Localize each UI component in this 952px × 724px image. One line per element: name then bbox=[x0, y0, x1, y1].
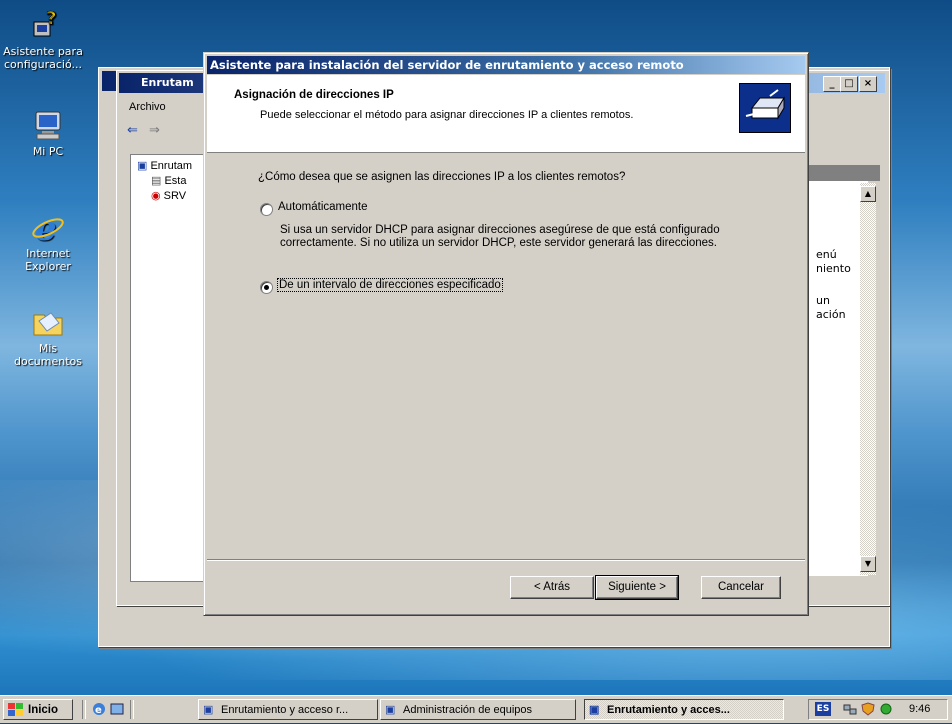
clock[interactable]: 9:46 bbox=[909, 703, 930, 715]
show-desktop-icon[interactable] bbox=[110, 702, 124, 716]
radio-range-label[interactable]: De un intervalo de direcciones especific… bbox=[277, 278, 503, 292]
wizard-dialog[interactable]: Asistente para instalación del servidor … bbox=[203, 52, 809, 616]
task-button-admin[interactable]: ▣ Administración de equipos bbox=[380, 699, 576, 720]
minimize-button[interactable]: _ bbox=[823, 76, 841, 92]
cancel-button[interactable]: Cancelar bbox=[701, 576, 781, 599]
maximize-button[interactable]: □ bbox=[840, 76, 858, 92]
wizard-header-subtitle: Puede seleccionar el método para asignar… bbox=[260, 109, 634, 121]
console-tree[interactable]: ▣ Enrutam ▤ Esta ◉ SRV bbox=[130, 154, 208, 582]
server-stopped-icon: ◉ bbox=[151, 190, 161, 202]
close-button[interactable]: × bbox=[859, 76, 877, 92]
server-icon: ▣ bbox=[137, 160, 148, 172]
tree-root[interactable]: ▣ Enrutam bbox=[137, 159, 192, 172]
details-pane: enú niento un ación bbox=[806, 180, 868, 576]
tasks-divider bbox=[130, 700, 134, 719]
svg-text:e: e bbox=[95, 705, 102, 716]
details-header bbox=[806, 165, 880, 181]
details-text: un bbox=[816, 294, 830, 307]
back-arrow-icon[interactable]: ⇐ bbox=[127, 123, 138, 138]
server-icon: ▣ bbox=[589, 704, 600, 716]
ie-quicklaunch-icon[interactable]: e bbox=[92, 702, 106, 716]
task-button-routing-2[interactable]: ▣ Enrutamiento y acces... bbox=[584, 699, 784, 720]
desktop-icon-my-documents[interactable]: Mis documentos bbox=[5, 305, 91, 368]
question-text: ¿Cómo desea que se asignen las direccion… bbox=[258, 171, 626, 183]
scroll-up-button[interactable]: ▲ bbox=[860, 186, 876, 202]
tree-item-status[interactable]: ▤ Esta bbox=[151, 174, 186, 187]
taskbar: Inicio e ▣ Enrutamiento y acceso r... ▣ … bbox=[0, 695, 952, 723]
tree-item-server[interactable]: ◉ SRV bbox=[151, 189, 186, 202]
security-shield-icon[interactable] bbox=[861, 702, 875, 716]
update-tray-icon[interactable] bbox=[879, 702, 893, 716]
details-text: enú bbox=[816, 248, 837, 261]
folder-icon bbox=[31, 305, 65, 339]
back-button[interactable]: < Atrás bbox=[510, 576, 594, 599]
wizard-titlebar[interactable]: Asistente para instalación del servidor … bbox=[207, 56, 805, 74]
button-separator bbox=[207, 559, 805, 561]
menu-archivo[interactable]: Archivo bbox=[129, 101, 166, 113]
radio-auto-label[interactable]: Automáticamente bbox=[278, 201, 368, 213]
computer-icon: ▣ bbox=[385, 704, 396, 716]
details-text: niento bbox=[816, 262, 851, 275]
windows-logo-icon bbox=[8, 703, 24, 724]
wizard-header-title: Asignación de direcciones IP bbox=[234, 89, 394, 101]
server-icon: ▣ bbox=[203, 704, 214, 716]
scroll-down-button[interactable]: ▼ bbox=[860, 556, 876, 572]
next-button[interactable]: Siguiente > bbox=[595, 575, 679, 600]
desktop-icon-label: Asistente para configuració... bbox=[3, 45, 83, 71]
desktop-icon-wizard[interactable]: ? Asistente para configuració... bbox=[0, 8, 86, 71]
ie-icon: e bbox=[31, 209, 65, 249]
start-button[interactable]: Inicio bbox=[3, 699, 73, 720]
system-tray: ES 9:46 bbox=[808, 699, 948, 720]
forward-arrow-icon[interactable]: ⇒ bbox=[149, 123, 160, 138]
language-indicator[interactable]: ES bbox=[815, 702, 831, 716]
svg-text:?: ? bbox=[46, 8, 56, 29]
wizard-header: Asignación de direcciones IP Puede selec… bbox=[207, 75, 805, 153]
task-button-routing-1[interactable]: ▣ Enrutamiento y acceso r... bbox=[198, 699, 378, 720]
quicklaunch-divider bbox=[82, 700, 86, 719]
network-tray-icon[interactable] bbox=[843, 702, 857, 716]
desktop-icon-label: Mis documentos bbox=[14, 342, 82, 368]
wizard-icon: ? bbox=[26, 8, 60, 42]
details-text: ación bbox=[816, 308, 846, 321]
desktop-icon-label: Internet Explorer bbox=[25, 247, 71, 273]
computer-icon bbox=[31, 108, 65, 142]
desktop-icon-ie[interactable]: e Internet Explorer bbox=[5, 209, 91, 273]
radio-auto[interactable] bbox=[260, 203, 273, 216]
radio-range[interactable] bbox=[260, 281, 273, 294]
desktop-icon-label: Mi PC bbox=[32, 145, 64, 158]
desktop-icon-my-pc[interactable]: Mi PC bbox=[5, 108, 91, 158]
status-icon: ▤ bbox=[151, 175, 162, 187]
network-icon bbox=[739, 83, 791, 133]
auto-description: Si usa un servidor DHCP para asignar dir… bbox=[280, 224, 720, 249]
mmc-title: Enrutam bbox=[141, 76, 194, 89]
vertical-scrollbar[interactable]: ▲ ▼ bbox=[860, 183, 876, 575]
